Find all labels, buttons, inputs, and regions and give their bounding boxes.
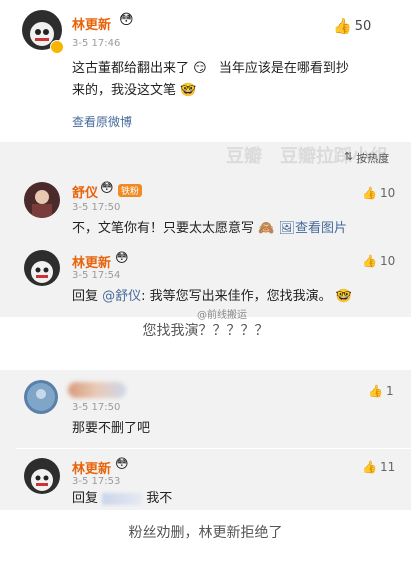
thumbs-up-icon: 👍 <box>362 460 377 474</box>
comment-second <box>0 370 411 510</box>
caption: 您找我演？？？？？ <box>142 323 269 339</box>
timestamp: 3-5 17:54 <box>72 270 121 281</box>
like-button[interactable]: 👍 10 <box>362 186 395 200</box>
reply-text: 回复 我不 <box>72 488 172 510</box>
verified-icon <box>50 40 64 54</box>
shy-emoji-icon: 🙈 <box>258 221 275 236</box>
watermark-weibo: @前线搬运 <box>197 310 247 321</box>
like-count: 10 <box>379 186 396 200</box>
avatar[interactable] <box>24 380 58 414</box>
thumbs-up-icon: 👍 <box>362 186 377 200</box>
author-name[interactable]: 林更新 <box>72 252 111 271</box>
timestamp: 3-5 17:46 <box>72 38 121 49</box>
comment-text-part1: 这古董都给翻出来了 <box>72 61 190 76</box>
comment-text-part2: 当年应该是在哪看到抄 <box>218 61 349 76</box>
reply-text-content: 我不 <box>146 491 173 506</box>
like-button[interactable]: 👍 10 <box>362 254 395 268</box>
blurred-mention <box>102 492 143 505</box>
glasses-emoji-icon: 🤓 <box>180 83 197 98</box>
reply-text-content: 不，文笔你有！只要太太愿意写 <box>72 221 255 236</box>
avatar[interactable] <box>24 458 60 494</box>
comment-text-part3: 来的，我没这文笔 <box>72 83 177 98</box>
like-button[interactable]: 👍 11 <box>362 460 395 474</box>
comment-text: 那要不删了吧 <box>72 421 151 436</box>
timestamp: 3-5 17:53 <box>72 476 121 487</box>
thumbs-up-icon: 👍 <box>333 17 352 35</box>
thumbs-up-icon: 👍 <box>368 384 383 398</box>
crown-icon: 😳 <box>119 12 134 28</box>
like-count: 10 <box>379 254 396 268</box>
timestamp: 3-5 17:50 <box>72 202 121 213</box>
crown-icon: 😳 <box>115 251 129 266</box>
comment-text: 这古董都给翻出来了 😏 当年应该是在哪看到抄 来的，我没这文笔 🤓 <box>72 58 372 102</box>
crown-icon: 😳 <box>100 181 114 196</box>
reply-text: 回复 @舒仪: 我等您写出来佳作，您找我演。 🤓 <box>72 286 352 308</box>
watermark-douban: 豆瓣 <box>226 146 262 167</box>
reply-prefix: 回复 <box>72 491 99 506</box>
like-count: 11 <box>379 460 396 474</box>
like-button[interactable]: 👍 50 <box>333 17 371 35</box>
reply-prefix: 回复 <box>72 289 99 304</box>
timestamp: 3-5 17:50 <box>72 402 121 413</box>
image-icon: 🖼 <box>278 221 295 236</box>
blurred-username <box>68 382 126 398</box>
comment-main: 林更新 😳 3-5 17:46 👍 50 这古董都给翻出来了 😏 当年应该是在哪… <box>0 0 411 140</box>
like-count: 50 <box>354 18 372 34</box>
view-image-link[interactable]: 🖼查看图片 <box>278 221 347 236</box>
emoji-icon: 😏 <box>193 61 207 76</box>
like-button[interactable]: 👍 1 <box>368 384 394 398</box>
mention-link[interactable]: @舒仪 <box>102 289 141 304</box>
view-image-label: 查看图片 <box>295 221 348 236</box>
divider <box>16 448 411 449</box>
reply-text: 不，文笔你有！只要太太愿意写 🙈 🖼查看图片 <box>72 218 347 240</box>
sort-icon: ⇅ <box>344 150 354 163</box>
avatar[interactable] <box>24 250 60 286</box>
caption: 粉丝劝删，林更新拒绝了 <box>128 525 283 541</box>
author-name[interactable]: 舒仪 <box>72 182 98 201</box>
thumbs-up-icon: 👍 <box>362 254 377 268</box>
reply-text-content: : 我等您写出来佳作，您找我演。 <box>141 289 332 304</box>
fan-badge: 铁粉 <box>118 184 143 197</box>
like-count: 1 <box>385 384 394 398</box>
avatar[interactable] <box>24 182 60 218</box>
sort-label: 按热度 <box>356 152 390 165</box>
sort-button[interactable]: ⇅ 按热度 <box>344 150 389 166</box>
author-name[interactable]: 林更新 <box>72 458 111 477</box>
crown-icon: 😳 <box>115 457 129 472</box>
author-name[interactable]: 林更新 <box>72 14 111 33</box>
glasses-emoji-icon: 🤓 <box>335 289 353 304</box>
view-original-link[interactable]: 查看原微博 <box>72 113 132 130</box>
